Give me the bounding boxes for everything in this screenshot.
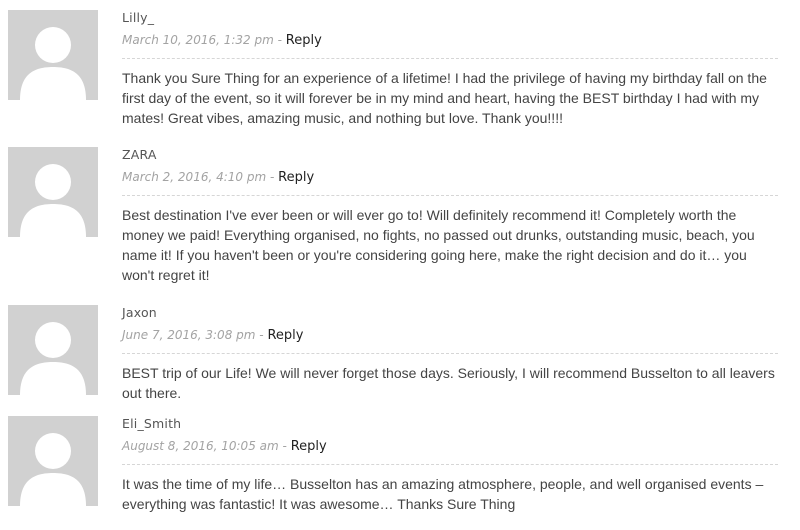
comment-author: Jaxon [122, 305, 157, 320]
comment-text: BEST trip of our Life! We will never for… [122, 365, 775, 401]
reply-link[interactable]: Reply [286, 33, 322, 48]
meta-separator: - [282, 439, 287, 453]
divider [122, 353, 778, 354]
default-avatar-icon [8, 10, 98, 100]
comment-author: ZARA [122, 147, 157, 162]
comment-text: It was the time of my life… Busselton ha… [122, 476, 764, 512]
meta-separator: - [259, 328, 264, 342]
divider [122, 464, 778, 465]
default-avatar-icon [8, 147, 98, 237]
comment-author: Lilly_ [122, 10, 155, 25]
meta-separator: - [270, 170, 275, 184]
comment-text: Best destination I've ever been or will … [122, 207, 755, 283]
comment-date: March 10, 2016, 1:32 pm [122, 33, 274, 47]
reply-link[interactable]: Reply [291, 439, 327, 454]
divider [122, 58, 778, 59]
comment-text: Thank you Sure Thing for an experience o… [122, 70, 767, 126]
reply-link[interactable]: Reply [278, 170, 314, 185]
default-avatar-icon [8, 416, 98, 506]
comment-date: March 2, 2016, 4:10 pm [122, 170, 267, 184]
comment-date: June 7, 2016, 3:08 pm [122, 328, 256, 342]
meta-separator: - [277, 33, 282, 47]
divider [122, 195, 778, 196]
comment-date: August 8, 2016, 10:05 am [122, 439, 279, 453]
comment-author: Eli_Smith [122, 416, 182, 431]
default-avatar-icon [8, 305, 98, 395]
reply-link[interactable]: Reply [267, 328, 303, 343]
